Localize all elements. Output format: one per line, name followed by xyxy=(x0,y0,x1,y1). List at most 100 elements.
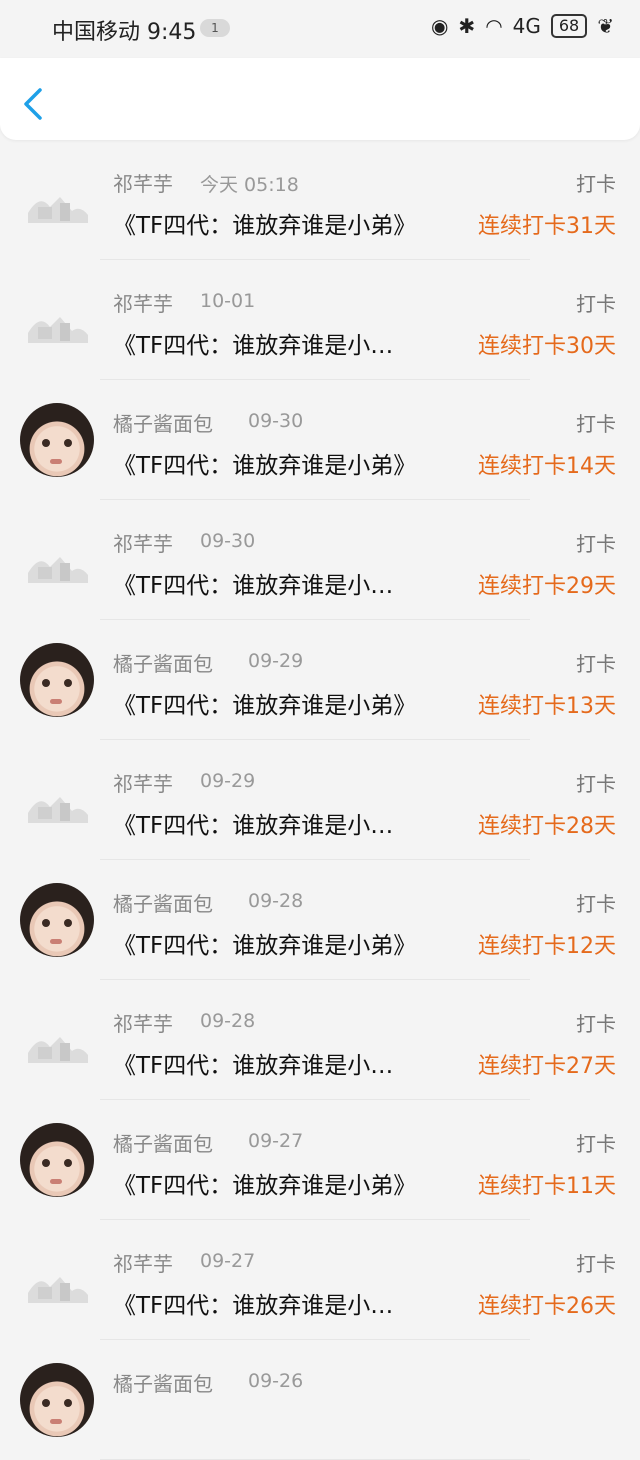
avatar[interactable] xyxy=(20,283,94,357)
list-item[interactable]: 橘子酱面包 09-28 打卡《TF四代：谁放弃谁是小弟》 连续打卡12天 xyxy=(0,860,640,980)
avatar[interactable] xyxy=(20,1123,94,1197)
streak-label: 连续打卡11天 xyxy=(478,1174,616,1199)
avatar[interactable] xyxy=(20,1243,94,1317)
entry-type-label: 打卡 xyxy=(576,172,616,196)
avatar-face xyxy=(42,1159,50,1167)
entry-type-label: 打卡 xyxy=(576,532,616,556)
list-item[interactable]: 祁芊芋 09-27 打卡 《TF四代：谁放弃谁是小… 连续打卡26天 xyxy=(0,1220,640,1340)
avatar-placeholder-icon xyxy=(28,1037,88,1063)
avatar[interactable] xyxy=(20,763,94,837)
carrier-time: 中国移动 9:45 xyxy=(52,20,197,45)
avatar-face xyxy=(50,1179,62,1184)
avatar-placeholder-icon xyxy=(28,557,88,583)
entry-type-label: 打卡 xyxy=(576,892,616,916)
user-name[interactable]: 橘子酱面包 xyxy=(113,408,213,437)
entry-type-label: 打卡 xyxy=(576,1012,616,1036)
list-item[interactable]: 祁芊芋 10-01 打卡《TF四代：谁放弃谁是小… 连续打卡30天 xyxy=(0,260,640,380)
timestamp: 今天 05:18 xyxy=(200,174,299,196)
user-name[interactable]: 祁芊芋 xyxy=(113,1008,173,1037)
timestamp: 09-30 xyxy=(248,410,304,432)
battery-indicator: 68 xyxy=(550,14,588,38)
list-item[interactable]: 橘子酱面包 09-26 xyxy=(0,1340,640,1460)
avatar[interactable] xyxy=(20,523,94,597)
list-item[interactable]: 祁芊芋 09-28 打卡 《TF四代：谁放弃谁是小… 连续打卡27天 xyxy=(0,980,640,1100)
avatar-placeholder-icon xyxy=(28,317,88,343)
book-title[interactable]: 《TF四代：谁放弃谁是小弟》 xyxy=(113,446,416,480)
avatar-face xyxy=(50,1419,62,1424)
status-bar: 中国移动 9:45 1 ◉ ✱ ◠ 4G 68 ❦ xyxy=(0,0,640,58)
streak-label: 连续打卡13天 xyxy=(478,694,616,719)
book-title[interactable]: 《TF四代：谁放弃谁是小… xyxy=(113,806,393,840)
list-item[interactable]: 祁芊芋 09-30 打卡《TF四代：谁放弃谁是小… 连续打卡29天 xyxy=(0,500,640,620)
avatar-face xyxy=(42,679,50,687)
timestamp: 09-26 xyxy=(248,1370,304,1392)
streak-label: 连续打卡12天 xyxy=(478,934,616,959)
entry-type-label: 打卡 xyxy=(576,292,616,316)
avatar-face xyxy=(64,1159,72,1167)
timestamp: 09-30 xyxy=(200,530,256,552)
avatar-face xyxy=(50,939,62,944)
book-title[interactable]: 《TF四代：谁放弃谁是小… xyxy=(113,1286,393,1320)
leaf-icon: ❦ xyxy=(597,14,614,38)
user-name[interactable]: 橘子酱面包 xyxy=(113,648,213,677)
status-icons: ◉ ✱ ◠ 4G 68 ❦ xyxy=(431,14,614,38)
list-item[interactable]: 橘子酱面包 09-27 打卡 《TF四代：谁放弃谁是小弟》 连续打卡11天 xyxy=(0,1100,640,1220)
book-title[interactable]: 《TF四代：谁放弃谁是小… xyxy=(113,1046,393,1080)
streak-label: 连续打卡27天 xyxy=(478,1054,616,1079)
streak-label: 连续打卡29天 xyxy=(478,574,616,599)
user-name[interactable]: 祁芊芋 xyxy=(113,168,173,197)
entry-type-label: 打卡 xyxy=(576,772,616,796)
avatar-face xyxy=(64,679,72,687)
user-name[interactable]: 祁芊芋 xyxy=(113,1248,173,1277)
user-name[interactable]: 祁芊芋 xyxy=(113,768,173,797)
wifi-icon: ◠ xyxy=(485,14,503,38)
entry-type-label: 打卡 xyxy=(576,1252,616,1276)
book-title[interactable]: 《TF四代：谁放弃谁是小… xyxy=(113,566,393,600)
user-name[interactable]: 祁芊芋 xyxy=(113,528,173,557)
book-title[interactable]: 《TF四代：谁放弃谁是小… xyxy=(113,326,393,360)
user-name[interactable]: 橘子酱面包 xyxy=(113,888,213,917)
user-name[interactable]: 橘子酱面包 xyxy=(113,1368,213,1397)
avatar[interactable] xyxy=(20,1003,94,1077)
avatar-placeholder-icon xyxy=(28,797,88,823)
user-name[interactable]: 橘子酱面包 xyxy=(113,1128,213,1157)
avatar-face xyxy=(64,1399,72,1407)
list-item[interactable]: 橘子酱面包 09-30 打卡《TF四代：谁放弃谁是小弟》 连续打卡14天 xyxy=(0,380,640,500)
bluetooth-icon: ✱ xyxy=(458,14,476,38)
user-name[interactable]: 祁芊芋 xyxy=(113,288,173,317)
list-item[interactable]: 祁芊芋 09-29 打卡《TF四代：谁放弃谁是小… 连续打卡28天 xyxy=(0,740,640,860)
entry-type-label: 打卡 xyxy=(576,1132,616,1156)
list-item[interactable]: 橘子酱面包 09-29 打卡 《TF四代：谁放弃谁是小弟》 连续打卡13天 xyxy=(0,620,640,740)
avatar[interactable] xyxy=(20,883,94,957)
streak-label: 连续打卡28天 xyxy=(478,814,616,839)
timestamp: 09-28 xyxy=(248,890,304,912)
timestamp: 10-01 xyxy=(200,290,256,312)
avatar-face xyxy=(42,1399,50,1407)
back-button[interactable] xyxy=(14,84,54,124)
avatar-face xyxy=(64,919,72,927)
book-title[interactable]: 《TF四代：谁放弃谁是小弟》 xyxy=(113,206,416,240)
entry-type-label: 打卡 xyxy=(576,652,616,676)
avatar-face xyxy=(50,699,62,704)
page-header xyxy=(0,58,640,140)
avatar-face xyxy=(42,439,50,447)
avatar[interactable] xyxy=(20,1363,94,1437)
list-item[interactable]: 祁芊芋 今天 05:18 打卡 《TF四代：谁放弃谁是小弟》 连续打卡31天 xyxy=(0,140,640,260)
streak-label: 连续打卡14天 xyxy=(478,454,616,479)
book-title[interactable]: 《TF四代：谁放弃谁是小弟》 xyxy=(113,926,416,960)
avatar[interactable] xyxy=(20,163,94,237)
notification-pill: 1 xyxy=(200,19,230,37)
book-title[interactable]: 《TF四代：谁放弃谁是小弟》 xyxy=(113,1166,416,1200)
avatar[interactable] xyxy=(20,403,94,477)
checkin-list: 祁芊芋 今天 05:18 打卡 《TF四代：谁放弃谁是小弟》 连续打卡31天 祁芊芋 10-… xyxy=(0,140,640,1460)
avatar[interactable] xyxy=(20,643,94,717)
avatar-placeholder-icon xyxy=(28,197,88,223)
avatar-face xyxy=(42,919,50,927)
avatar-placeholder-icon xyxy=(28,1277,88,1303)
timestamp: 09-29 xyxy=(200,770,256,792)
entry-type-label: 打卡 xyxy=(576,412,616,436)
eye-icon: ◉ xyxy=(430,14,449,38)
book-title[interactable]: 《TF四代：谁放弃谁是小弟》 xyxy=(113,686,416,720)
timestamp: 09-27 xyxy=(200,1250,256,1272)
streak-label: 连续打卡30天 xyxy=(478,334,616,359)
